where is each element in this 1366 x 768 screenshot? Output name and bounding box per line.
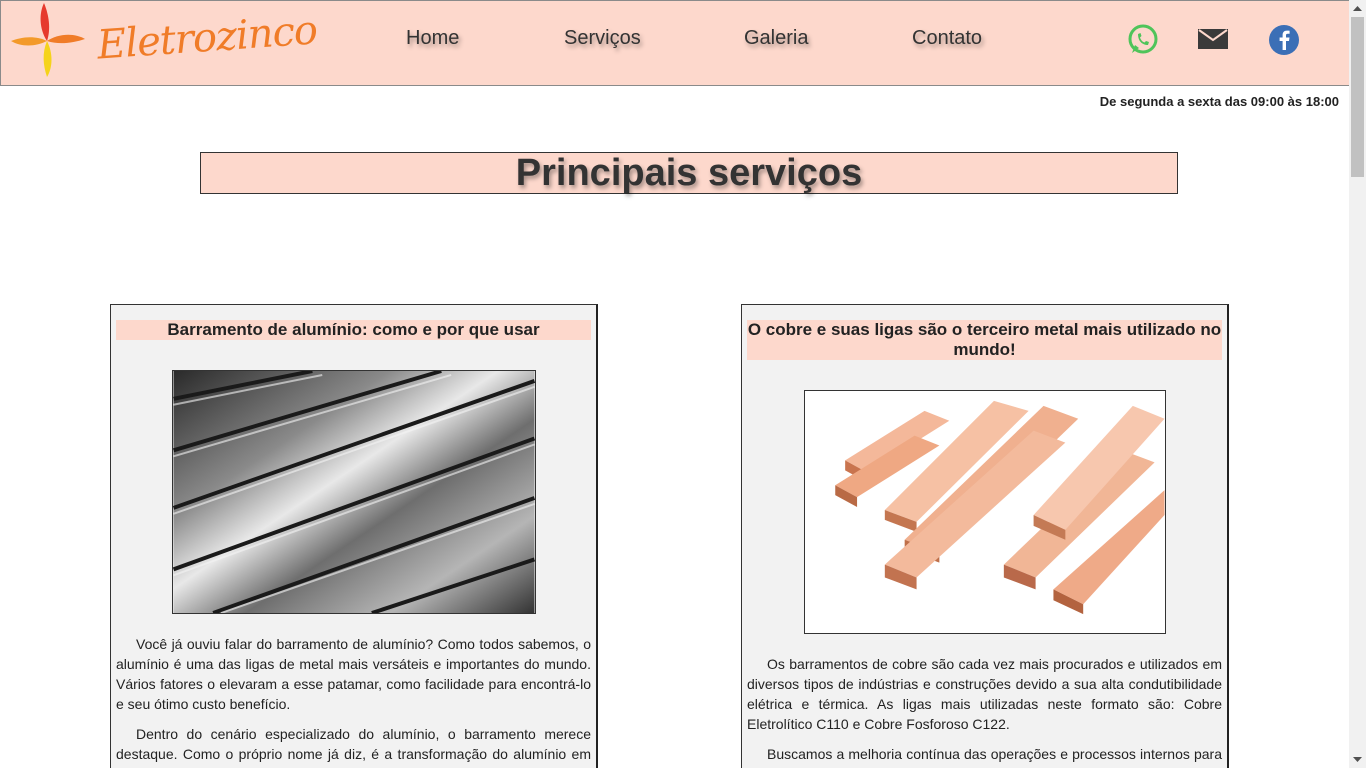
card-paragraph: Você já ouviu falar do barramento de alu…	[116, 636, 591, 712]
scroll-up-icon[interactable]	[1349, 0, 1366, 17]
card-paragraph: Buscamos a melhoria contínua das operaçõ…	[747, 746, 1222, 768]
page-title: Principais serviços	[515, 152, 863, 194]
nav-servicos[interactable]: Serviços	[564, 27, 641, 50]
copper-bars-photo	[803, 390, 1166, 634]
card-title: Barramento de alumínio: como e por que u…	[116, 320, 591, 340]
nav-home[interactable]: Home	[406, 27, 459, 50]
card-body: Você já ouviu falar do barramento de alu…	[111, 634, 596, 768]
navbar: Eletrozinco Home Serviços Galeria Contat…	[0, 0, 1350, 86]
scroll-down-icon[interactable]	[1349, 751, 1366, 768]
card-body: Os barramentos de cobre são cada vez mai…	[742, 654, 1227, 768]
brand-name: Eletrozinco	[95, 7, 319, 69]
nav-contato[interactable]: Contato	[912, 27, 982, 50]
pinwheel-logo-icon	[11, 3, 85, 77]
mail-icon[interactable]	[1197, 27, 1231, 61]
aluminum-bars-photo	[171, 370, 536, 614]
section-title-box: Principais serviços	[200, 152, 1178, 194]
brand-logo[interactable]: Eletrozinco	[9, 1, 318, 83]
whatsapp-icon[interactable]	[1126, 23, 1160, 57]
card-paragraph: Os barramentos de cobre são cada vez mai…	[747, 656, 1222, 732]
business-hours: De segunda a sexta das 09:00 às 18:00	[1099, 94, 1339, 109]
service-card-aluminum: Barramento de alumínio: como e por que u…	[110, 304, 598, 768]
scrollbar-thumb[interactable]	[1351, 17, 1364, 177]
service-card-copper: O cobre e suas ligas são o terceiro meta…	[741, 304, 1229, 768]
card-title: O cobre e suas ligas são o terceiro meta…	[747, 320, 1222, 360]
nav-galeria[interactable]: Galeria	[744, 27, 808, 50]
card-paragraph: Dentro do cenário especializado do alumí…	[116, 726, 591, 768]
facebook-icon[interactable]	[1267, 23, 1301, 57]
